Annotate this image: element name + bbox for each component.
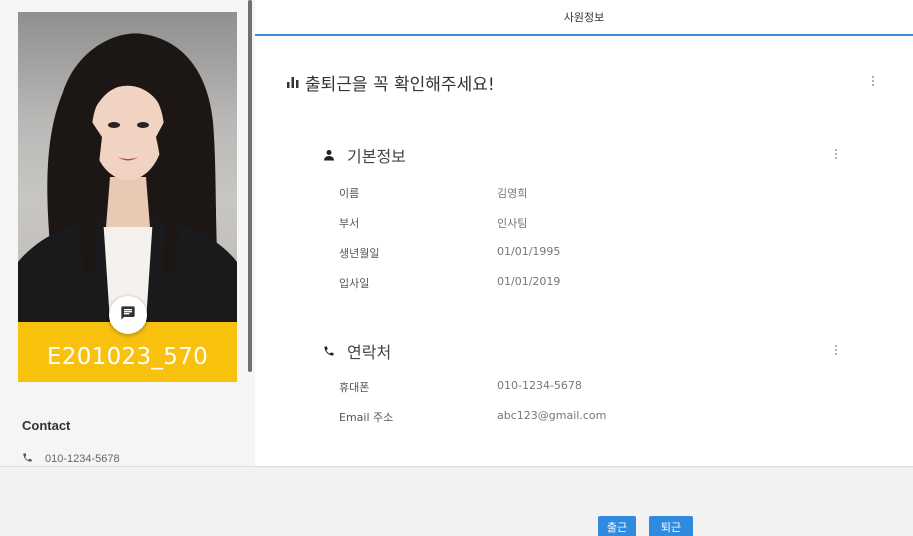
- info-row-email: Email 주소 abc123@gmail.com: [339, 409, 739, 425]
- headline-text: 출퇴근을 꼭 확인해주세요!: [305, 75, 495, 95]
- clock-out-button[interactable]: 퇴근: [649, 516, 693, 536]
- employee-id: E201023_570: [46, 344, 209, 370]
- contact-phone: 010-1234-5678: [22, 452, 120, 466]
- more-vert-icon[interactable]: [830, 343, 842, 357]
- person-icon: [323, 146, 335, 165]
- bar-chart-icon: [287, 73, 299, 93]
- bottom-action-bar: [0, 466, 913, 536]
- page-title: 사원정보: [563, 11, 605, 24]
- contact-info-title: 연락처: [323, 339, 391, 363]
- contact-phone-text: 010-1234-5678: [45, 453, 120, 465]
- headline: 출퇴근을 꼭 확인해주세요!: [287, 70, 495, 95]
- info-label: 이름: [339, 187, 360, 200]
- info-label: 부서: [339, 217, 360, 230]
- info-row-name: 이름 김영희: [339, 185, 739, 201]
- phone-icon: [323, 342, 335, 361]
- info-label: 휴대폰: [339, 381, 370, 394]
- info-value: 01/01/2019: [497, 275, 561, 288]
- info-row-hire-date: 입사일 01/01/2019: [339, 275, 739, 291]
- scrollbar-thumb[interactable]: [248, 0, 252, 372]
- page-header: 사원정보: [255, 0, 913, 36]
- info-value: 010-1234-5678: [497, 379, 582, 392]
- more-vert-icon[interactable]: [830, 147, 842, 161]
- contact-title: Contact: [22, 418, 71, 433]
- profile-photo: [18, 12, 237, 322]
- info-label: 입사일: [339, 277, 370, 290]
- info-value: abc123@gmail.com: [497, 409, 607, 422]
- info-row-birthdate: 생년월일 01/01/1995: [339, 245, 739, 261]
- info-value: 01/01/1995: [497, 245, 561, 258]
- info-label: 생년월일: [339, 247, 380, 260]
- profile-panel: E201023_570 Contact 010-1234-5678: [0, 0, 255, 466]
- basic-info-title-text: 기본정보: [347, 147, 406, 166]
- main-content: 사원정보 출퇴근을 꼭 확인해주세요! 기본정보 이름 김영희 부서 인사팀 생…: [255, 0, 913, 466]
- info-row-department: 부서 인사팀: [339, 215, 739, 231]
- contact-info-title-text: 연락처: [347, 343, 392, 362]
- chat-icon: [120, 305, 136, 325]
- info-value: 김영희: [497, 187, 528, 200]
- phone-icon: [22, 452, 33, 466]
- basic-info-title: 기본정보: [323, 143, 406, 167]
- info-label: Email 주소: [339, 411, 394, 424]
- info-value: 인사팀: [497, 217, 528, 230]
- chat-button[interactable]: [109, 296, 147, 334]
- info-row-mobile: 휴대폰 010-1234-5678: [339, 379, 739, 395]
- clock-in-button[interactable]: 출근: [598, 516, 636, 536]
- more-vert-icon[interactable]: [867, 74, 879, 88]
